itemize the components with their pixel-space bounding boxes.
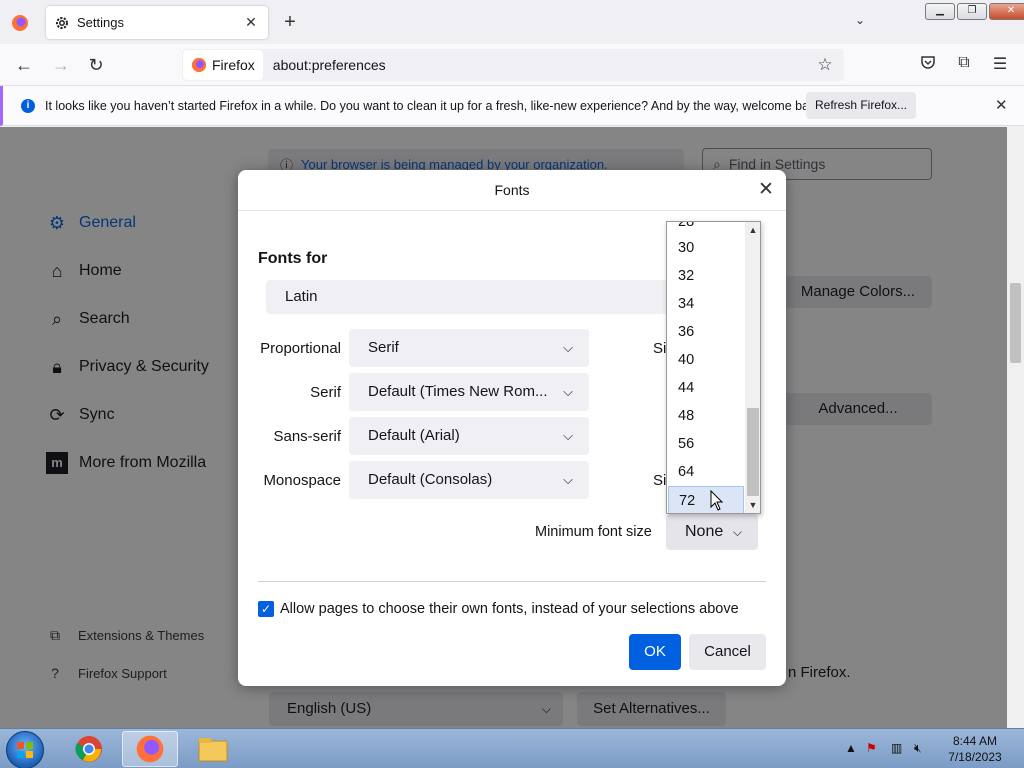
taskbar-chrome[interactable] <box>61 731 117 767</box>
firefox-logo-icon <box>12 15 28 31</box>
notification-bar: i It looks like you haven’t started Fire… <box>0 86 1024 126</box>
serif-label: Serif <box>310 384 341 401</box>
taskbar: ▲ ⚑ ▥ 🔇︎ 8:44 AM 7/18/2023 <box>0 728 1024 768</box>
pocket-icon[interactable] <box>917 54 939 76</box>
proportional-size-label: Si <box>653 340 667 357</box>
identity-label: Firefox <box>212 57 255 73</box>
size-option[interactable]: 40 <box>668 346 744 374</box>
min-font-size-value: None <box>685 523 724 540</box>
clock-time: 8:44 AM <box>952 734 998 748</box>
proportional-select[interactable]: Serif ⌵ <box>349 329 589 367</box>
scroll-down-arrow-icon[interactable]: ▼ <box>745 497 760 513</box>
identity-box[interactable]: Firefox <box>183 50 263 80</box>
extensions-puzzle-icon[interactable]: ⧉ <box>953 54 975 76</box>
show-hidden-icons-icon[interactable]: ▲ <box>845 741 857 755</box>
monospace-select[interactable]: Default (Consolas) ⌵ <box>349 461 589 499</box>
mouse-cursor-icon <box>710 490 724 511</box>
new-tab-button[interactable]: + <box>280 11 300 33</box>
dialog-divider <box>258 581 766 582</box>
notification-close-icon[interactable]: ✕ <box>995 96 1008 114</box>
allow-pages-fonts-label[interactable]: Allow pages to choose their own fonts, i… <box>280 601 739 617</box>
ok-button[interactable]: OK <box>629 634 681 670</box>
chevron-down-icon: ⌵ <box>563 472 573 487</box>
minimize-button[interactable]: ▁ <box>925 3 955 20</box>
window-close-button[interactable]: ✕ <box>989 3 1024 20</box>
firefox-logo-icon <box>191 57 207 73</box>
size-option[interactable]: 30 <box>668 234 744 262</box>
forward-arrow-icon[interactable]: → <box>50 54 72 76</box>
monospace-label: Monospace <box>263 472 341 489</box>
dialog-close-icon[interactable]: ✕ <box>755 179 777 201</box>
sans-serif-select[interactable]: Default (Arial) ⌵ <box>349 417 589 455</box>
fonts-for-heading: Fonts for <box>258 250 328 267</box>
restore-button[interactable]: ❐ <box>957 3 987 20</box>
firefox-logo-icon <box>136 735 164 763</box>
size-option[interactable]: 34 <box>668 290 744 318</box>
system-clock[interactable]: 8:44 AM 7/18/2023 <box>935 733 1015 765</box>
dialog-title: Fonts <box>238 170 786 211</box>
window-controls: ▁ ❐ ✕ <box>925 3 1024 20</box>
chevron-down-icon: ⌵ <box>563 340 573 355</box>
clock-date: 7/18/2023 <box>948 750 1002 764</box>
taskbar-firefox[interactable] <box>122 731 178 767</box>
min-font-size-label: Minimum font size <box>535 524 652 540</box>
tab-close-icon[interactable]: ✕ <box>242 14 260 31</box>
serif-value: Default (Times New Rom... <box>368 383 548 400</box>
size-option[interactable]: 44 <box>668 374 744 402</box>
scroll-up-arrow-icon[interactable]: ▲ <box>745 222 760 238</box>
tab-strip: Settings ✕ + ⌄ ▁ ❐ ✕ <box>0 0 1024 44</box>
windows-logo-icon <box>17 742 33 758</box>
allow-pages-fonts-checkbox[interactable]: ✓ <box>258 601 274 617</box>
size-option[interactable]: 36 <box>668 318 744 346</box>
taskbar-file-explorer[interactable] <box>185 731 241 767</box>
tab-settings[interactable]: Settings ✕ <box>46 6 268 39</box>
network-icon[interactable]: ▥ <box>891 741 902 755</box>
proportional-value: Serif <box>368 339 399 356</box>
page-scrollbar-thumb[interactable] <box>1010 283 1021 363</box>
navigation-toolbar: ← → ↻ Firefox about:preferences ☆ ⧉ ☰ <box>0 44 1024 86</box>
folder-icon <box>198 738 228 762</box>
dropdown-scrollbar[interactable]: ▲ ▼ <box>745 222 760 513</box>
cancel-button[interactable]: Cancel <box>689 634 766 670</box>
hamburger-menu-icon[interactable]: ☰ <box>989 54 1011 76</box>
bookmark-star-icon[interactable]: ☆ <box>814 55 836 75</box>
reload-icon[interactable]: ↻ <box>85 54 107 76</box>
serif-select[interactable]: Default (Times New Rom... ⌵ <box>349 373 589 411</box>
refresh-firefox-button[interactable]: Refresh Firefox... <box>806 92 916 119</box>
back-arrow-icon[interactable]: ← <box>13 54 35 76</box>
monospace-size-label: Si <box>653 472 667 489</box>
proportional-label: Proportional <box>260 340 341 357</box>
font-size-dropdown-list[interactable]: 28 30 32 34 36 40 44 48 56 64 72 ▲ ▼ <box>666 221 761 514</box>
list-all-tabs-chevron-down-icon[interactable]: ⌄ <box>855 13 865 27</box>
url-text[interactable]: about:preferences <box>273 57 814 73</box>
chrome-icon <box>75 736 102 762</box>
action-center-flag-icon[interactable]: ⚑ <box>866 741 877 755</box>
size-option[interactable]: 64 <box>668 458 744 486</box>
volume-muted-icon[interactable]: 🔇︎ <box>914 741 922 756</box>
chevron-down-icon: ⌵ <box>732 525 742 539</box>
start-button[interactable] <box>6 731 44 768</box>
chevron-down-icon: ⌵ <box>563 384 573 399</box>
min-font-size-select[interactable]: None ⌵ <box>666 514 758 550</box>
sans-serif-value: Default (Arial) <box>368 427 460 444</box>
size-option[interactable]: 56 <box>668 430 744 458</box>
sans-serif-label: Sans-serif <box>273 428 341 445</box>
dropdown-scrollbar-thumb[interactable] <box>747 408 759 496</box>
monospace-value: Default (Consolas) <box>368 471 493 488</box>
size-option[interactable]: 48 <box>668 402 744 430</box>
chevron-down-icon: ⌵ <box>563 428 573 443</box>
size-option[interactable]: 32 <box>668 262 744 290</box>
gear-icon <box>56 16 68 29</box>
tab-title: Settings <box>77 15 124 30</box>
url-bar[interactable]: Firefox about:preferences ☆ <box>182 49 844 81</box>
notification-message: It looks like you haven’t started Firefo… <box>45 98 826 113</box>
page-scrollbar[interactable] <box>1007 127 1024 728</box>
info-icon: i <box>21 98 35 113</box>
size-option-highlighted[interactable]: 72 <box>668 486 744 513</box>
firefox-view-button[interactable] <box>8 11 32 35</box>
